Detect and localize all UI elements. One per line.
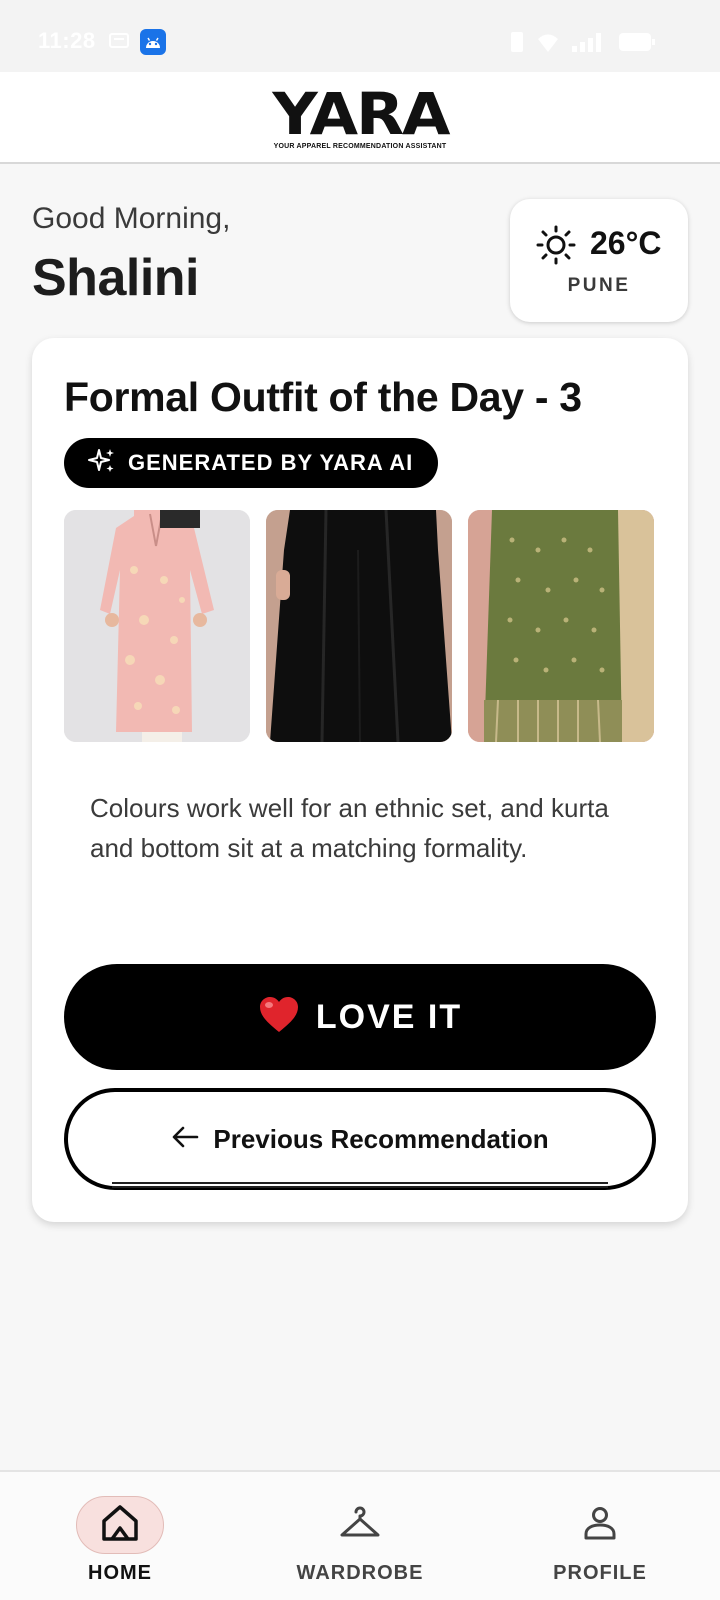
outfit-description: Colours work well for an ethnic set, and… [90, 793, 609, 863]
nav-profile-icon-wrap [556, 1496, 644, 1554]
button-underline-divider [112, 1182, 608, 1188]
nav-item-profile[interactable]: PROFILE [480, 1472, 720, 1600]
arrow-left-icon [171, 1125, 199, 1154]
android-icon [140, 29, 166, 55]
status-bar: 11:28 [0, 0, 720, 72]
bottom-image[interactable] [266, 510, 452, 742]
love-it-button[interactable]: LOVE IT [64, 964, 656, 1070]
nav-item-wardrobe[interactable]: WARDROBE [240, 1472, 480, 1600]
dupatta-image[interactable] [468, 510, 654, 742]
message-icon [108, 30, 130, 54]
heart-icon [258, 996, 300, 1039]
home-icon [100, 1504, 140, 1547]
battery-icon [618, 30, 656, 54]
app-header: YARA YOUR APPAREL RECOMMENDATION ASSISTA… [0, 72, 720, 164]
weather-city: PUNE [567, 275, 631, 296]
previous-recommendation-label: Previous Recommendation [213, 1123, 549, 1154]
ai-badge-label: GENERATED BY YARA AI [128, 450, 414, 475]
sparkle-icon [88, 447, 116, 480]
vibrate-icon [510, 30, 524, 54]
sun-icon [536, 225, 576, 270]
outfit-title: Formal Outfit of the Day - 3 [64, 374, 582, 420]
nav-label-profile: PROFILE [553, 1562, 647, 1584]
nav-home-indicator [76, 1496, 164, 1554]
nav-label-home: HOME [88, 1562, 152, 1584]
logo-text: YARA [272, 79, 450, 148]
person-icon [582, 1505, 618, 1546]
weather-card[interactable]: 26°C PUNE [510, 199, 688, 322]
nav-item-home[interactable]: HOME [0, 1472, 240, 1600]
greeting-text: Good Morning, [32, 202, 231, 235]
weather-temperature: 26°C [590, 225, 662, 261]
previous-recommendation-button[interactable]: Previous Recommendation [64, 1088, 656, 1190]
wifi-icon [536, 30, 560, 54]
status-time: 11:28 [38, 28, 96, 53]
hanger-icon [338, 1505, 382, 1546]
ai-generated-badge: GENERATED BY YARA AI [64, 438, 438, 488]
signal-icon [570, 30, 610, 54]
user-name: Shalini [32, 249, 199, 307]
kurta-image[interactable] [64, 510, 250, 742]
yara-logo: YARA YOUR APPAREL RECOMMENDATION ASSISTA… [272, 85, 450, 150]
outfit-card: Formal Outfit of the Day - 3 GENERATED B… [32, 338, 688, 1222]
nav-wardrobe-icon-wrap [316, 1496, 404, 1554]
nav-label-wardrobe: WARDROBE [296, 1562, 424, 1584]
love-it-label: LOVE IT [315, 997, 463, 1036]
bottom-navigation: HOME WARDROBE PROFILE [0, 1470, 720, 1600]
